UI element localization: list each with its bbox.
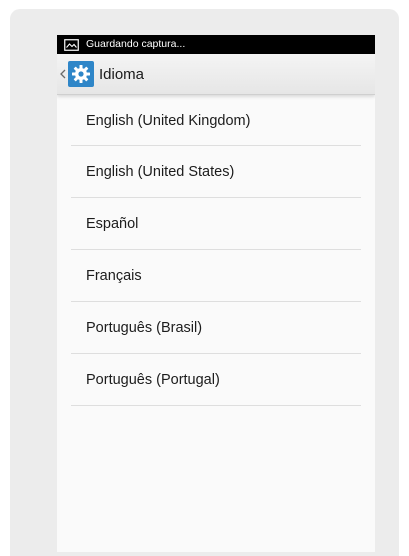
action-bar[interactable]: Idioma [57, 54, 375, 95]
back-chevron-icon[interactable] [58, 66, 68, 82]
page-title: Idioma [99, 65, 145, 83]
phone-screen: Guardando captura... Idioma English (Uni… [57, 35, 375, 552]
image-icon [64, 38, 79, 51]
list-item-english-us[interactable]: English (United States) [71, 146, 361, 198]
list-item-francais[interactable]: Français [71, 250, 361, 302]
list-item-portugues-brasil[interactable]: Português (Brasil) [71, 302, 361, 354]
list-item-portugues-portugal[interactable]: Português (Portugal) [71, 354, 361, 406]
list-item-english-uk[interactable]: English (United Kingdom) [71, 96, 361, 146]
settings-gear-icon[interactable] [68, 61, 94, 87]
language-list: English (United Kingdom) English (United… [71, 96, 361, 406]
status-notification-text: Guardando captura... [86, 38, 186, 50]
status-bar: Guardando captura... [57, 35, 375, 54]
list-item-espanol[interactable]: Español [71, 198, 361, 250]
